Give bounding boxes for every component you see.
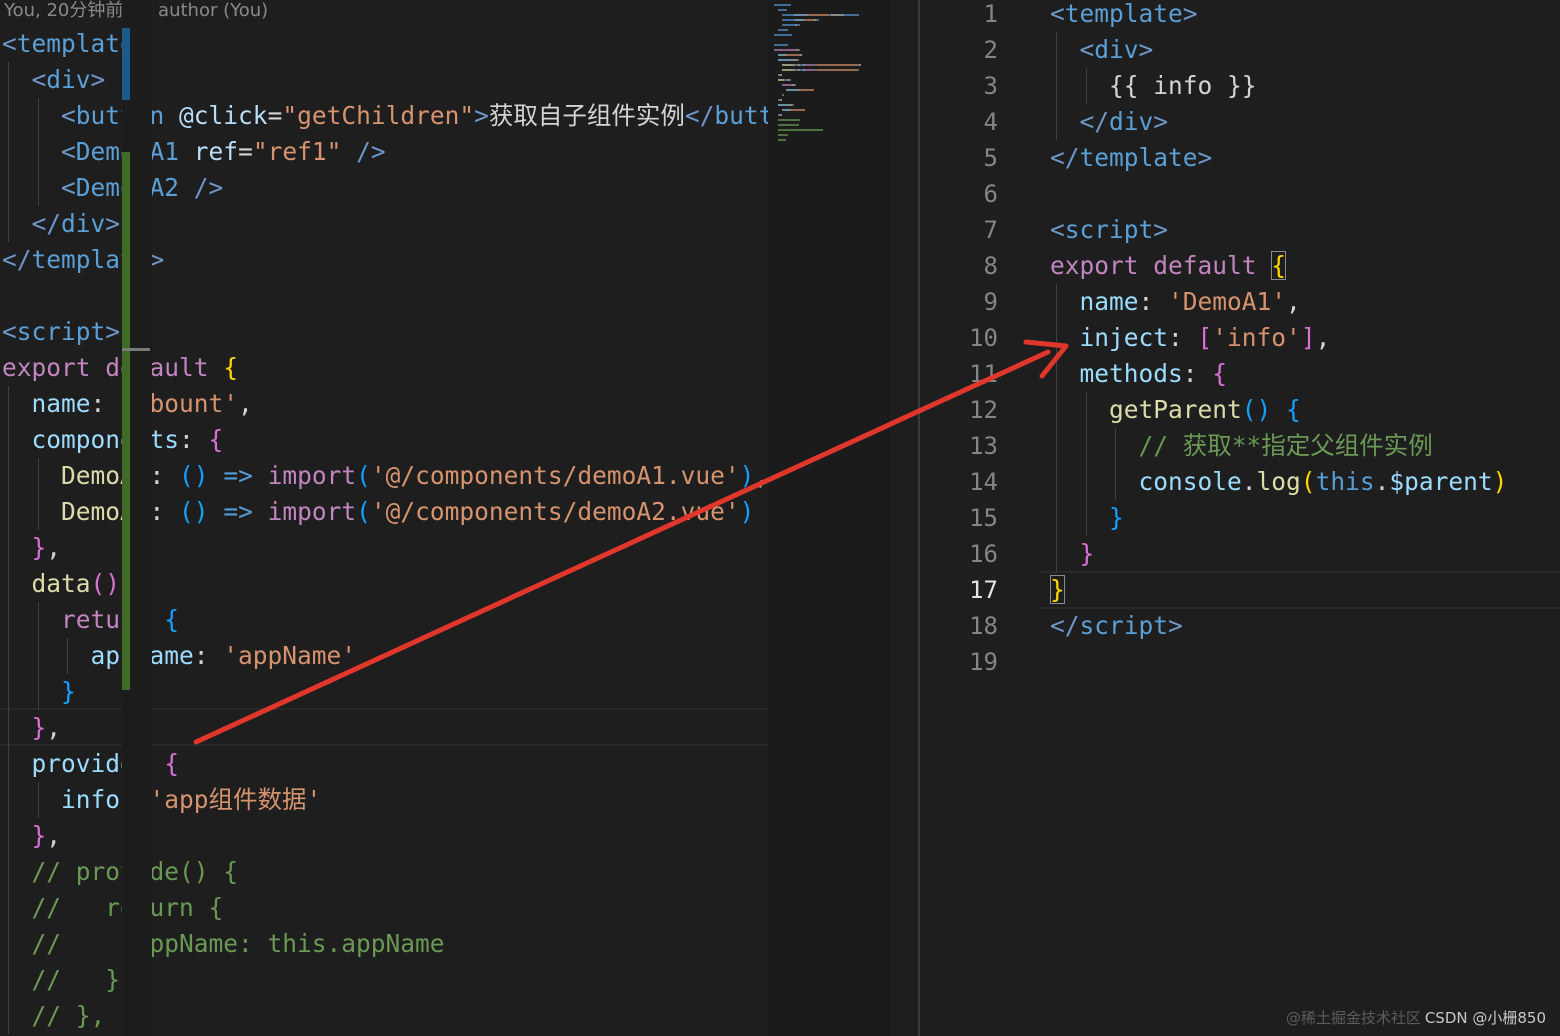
annotation-arrow xyxy=(193,339,1069,745)
watermark-faint-text: @稀土掘金技术社区 xyxy=(1285,1009,1421,1027)
watermark: @稀土掘金技术社区 CSDN @小栅850 xyxy=(1286,1007,1546,1028)
watermark-text: CSDN @小栅850 xyxy=(1424,1009,1546,1027)
arrow-shaft xyxy=(193,349,1051,745)
